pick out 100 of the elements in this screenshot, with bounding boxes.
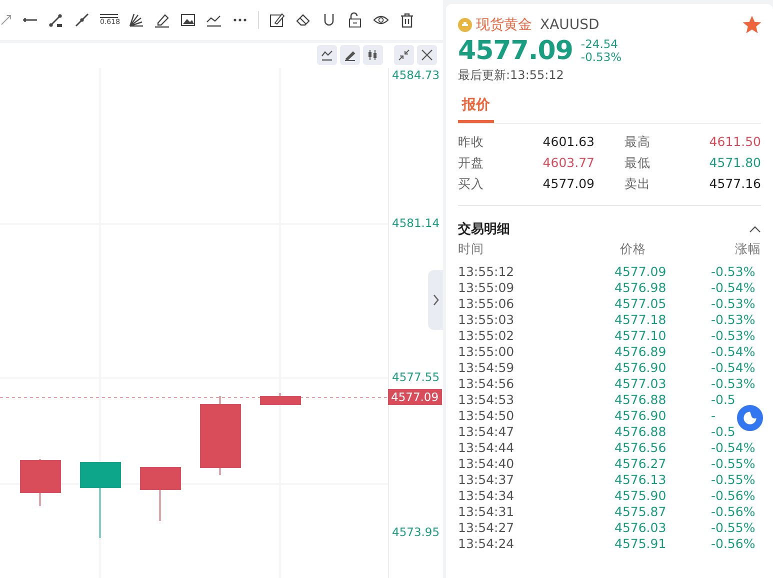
collapse-button[interactable] xyxy=(394,45,414,65)
price-cell-text: 4576.89 xyxy=(614,344,668,360)
candle-type-button[interactable] xyxy=(363,45,383,65)
price-cell-text: 4577.10 xyxy=(614,328,668,344)
shrink-icon xyxy=(398,49,410,61)
time-cell-text: 13:54:56 xyxy=(458,376,516,392)
time-cell-text: 13:55:00 xyxy=(458,344,516,360)
change-cell: - xyxy=(711,408,716,424)
stat-value: 4611.50 xyxy=(709,134,761,151)
stat-value: 4577.09 xyxy=(542,176,594,193)
time-cell-text: 13:55:09 xyxy=(458,280,516,296)
change-cell: -0.53% xyxy=(711,328,756,344)
price-cell-text: 4577.03 xyxy=(614,376,668,392)
axis-label: 4577.55 xyxy=(392,370,440,384)
time-cell-text: 13:54:44 xyxy=(458,440,516,456)
price-cell-text: 4576.90 xyxy=(614,408,668,424)
stat-label: 昨收 xyxy=(458,134,484,151)
time-cell-text: 13:54:24 xyxy=(458,536,516,552)
time-cell-text: 13:54:37 xyxy=(458,472,516,488)
highlighter-icon[interactable] xyxy=(154,12,170,28)
price-cell-text: 4576.90 xyxy=(614,360,668,376)
time-cell-text: 13:54:31 xyxy=(458,504,516,520)
price-cell-text: 4576.03 xyxy=(614,520,668,536)
stat-value: 4603.77 xyxy=(542,155,594,172)
change-cell: -0.55% xyxy=(711,472,756,488)
image-icon[interactable] xyxy=(180,12,196,28)
column-header: 涨幅 xyxy=(734,241,761,257)
indicator-button[interactable] xyxy=(317,45,337,65)
price-cell-text: 4577.18 xyxy=(614,312,668,328)
price-change: -24.54 xyxy=(580,38,619,51)
close-icon xyxy=(421,49,433,61)
stat-label: 开盘 xyxy=(458,155,484,172)
time-cell-text: 13:55:12 xyxy=(458,264,516,280)
change-cell: -0.53% xyxy=(711,264,756,280)
price-cell-text: 4576.13 xyxy=(614,472,668,488)
stat-value: 4571.80 xyxy=(709,155,761,172)
edit-icon[interactable] xyxy=(269,12,285,28)
instrument-symbol: XAUUSD xyxy=(540,17,600,33)
ray-icon[interactable] xyxy=(48,12,64,28)
price-cell-text: 4576.88 xyxy=(614,424,668,440)
last-price: 4577.09 xyxy=(458,36,573,66)
segment-icon[interactable] xyxy=(74,12,90,28)
coin-icon xyxy=(458,18,472,32)
stat-label: 最低 xyxy=(624,155,650,172)
time-cell-text: 13:55:03 xyxy=(458,312,516,328)
change-cell: -0.54% xyxy=(711,440,756,456)
change-cell: -0.53% xyxy=(711,376,756,392)
time-cell-text: 13:54:47 xyxy=(458,424,516,440)
stat-value: 4601.63 xyxy=(542,134,594,151)
price-cell-text: 4577.09 xyxy=(614,264,668,280)
change-cell: -0.54% xyxy=(711,360,756,376)
candle xyxy=(260,392,301,406)
time-cell-text: 13:55:06 xyxy=(458,296,516,312)
time-cell-text: 13:55:02 xyxy=(458,328,516,344)
line-chart-icon xyxy=(321,49,333,61)
stat-value: 4577.16 xyxy=(709,176,761,193)
candles-icon xyxy=(367,49,379,61)
change-cell: -0.55% xyxy=(711,456,756,472)
change-cell: -0.56% xyxy=(711,488,756,504)
change-cell: -0.54% xyxy=(711,280,756,296)
change-cell: -0.5 xyxy=(711,392,736,408)
change-cell: -0.54% xyxy=(711,344,756,360)
column-header: 价格 xyxy=(618,241,647,257)
stat-label: 卖出 xyxy=(624,176,650,193)
price-cell-text: 4576.56 xyxy=(614,440,668,456)
eraser-icon[interactable] xyxy=(295,12,311,28)
candle xyxy=(20,458,61,506)
section-title: 交易明细 xyxy=(458,220,510,238)
chevron-right-icon xyxy=(432,294,440,306)
change-cell: -0.55% xyxy=(711,520,756,536)
update-time: 最后更新:13:55:12 xyxy=(458,67,565,84)
percent-change: -0.53% xyxy=(580,51,622,64)
unlock-icon[interactable] xyxy=(347,12,363,28)
change-cell: -0.56% xyxy=(711,504,756,520)
pencil-icon xyxy=(344,49,356,61)
chevron-up-icon[interactable] xyxy=(749,225,761,233)
time-cell-text: 13:54:53 xyxy=(458,392,516,408)
price-cell-text: 4575.90 xyxy=(614,488,668,504)
price-cell-text: 4577.05 xyxy=(614,296,668,312)
close-button[interactable] xyxy=(417,45,437,65)
change-cell: -0.56% xyxy=(711,536,756,552)
axis-label: 4584.73 xyxy=(392,68,440,82)
change-cell: -0.5 xyxy=(711,424,736,440)
column-header: 时间 xyxy=(458,241,485,257)
stat-label: 买入 xyxy=(458,176,484,193)
chat-icon xyxy=(741,409,759,427)
candle xyxy=(140,466,181,522)
star-icon[interactable] xyxy=(743,16,761,34)
price-cell-text: 4575.87 xyxy=(614,504,668,520)
trash-icon[interactable] xyxy=(399,12,415,28)
price-cell-text: 4576.88 xyxy=(614,392,668,408)
price-tag: 4577.09 xyxy=(388,389,442,405)
draw-button[interactable] xyxy=(340,45,360,65)
stat-label: 最高 xyxy=(624,134,650,151)
fan-icon[interactable] xyxy=(128,12,144,28)
axis-label: 4573.95 xyxy=(392,525,440,539)
side-panel-toggle[interactable] xyxy=(428,270,443,330)
change-cell: -0.53% xyxy=(711,312,756,328)
time-cell-text: 13:54:34 xyxy=(458,488,516,504)
time-cell-text: 13:54:40 xyxy=(458,456,516,472)
